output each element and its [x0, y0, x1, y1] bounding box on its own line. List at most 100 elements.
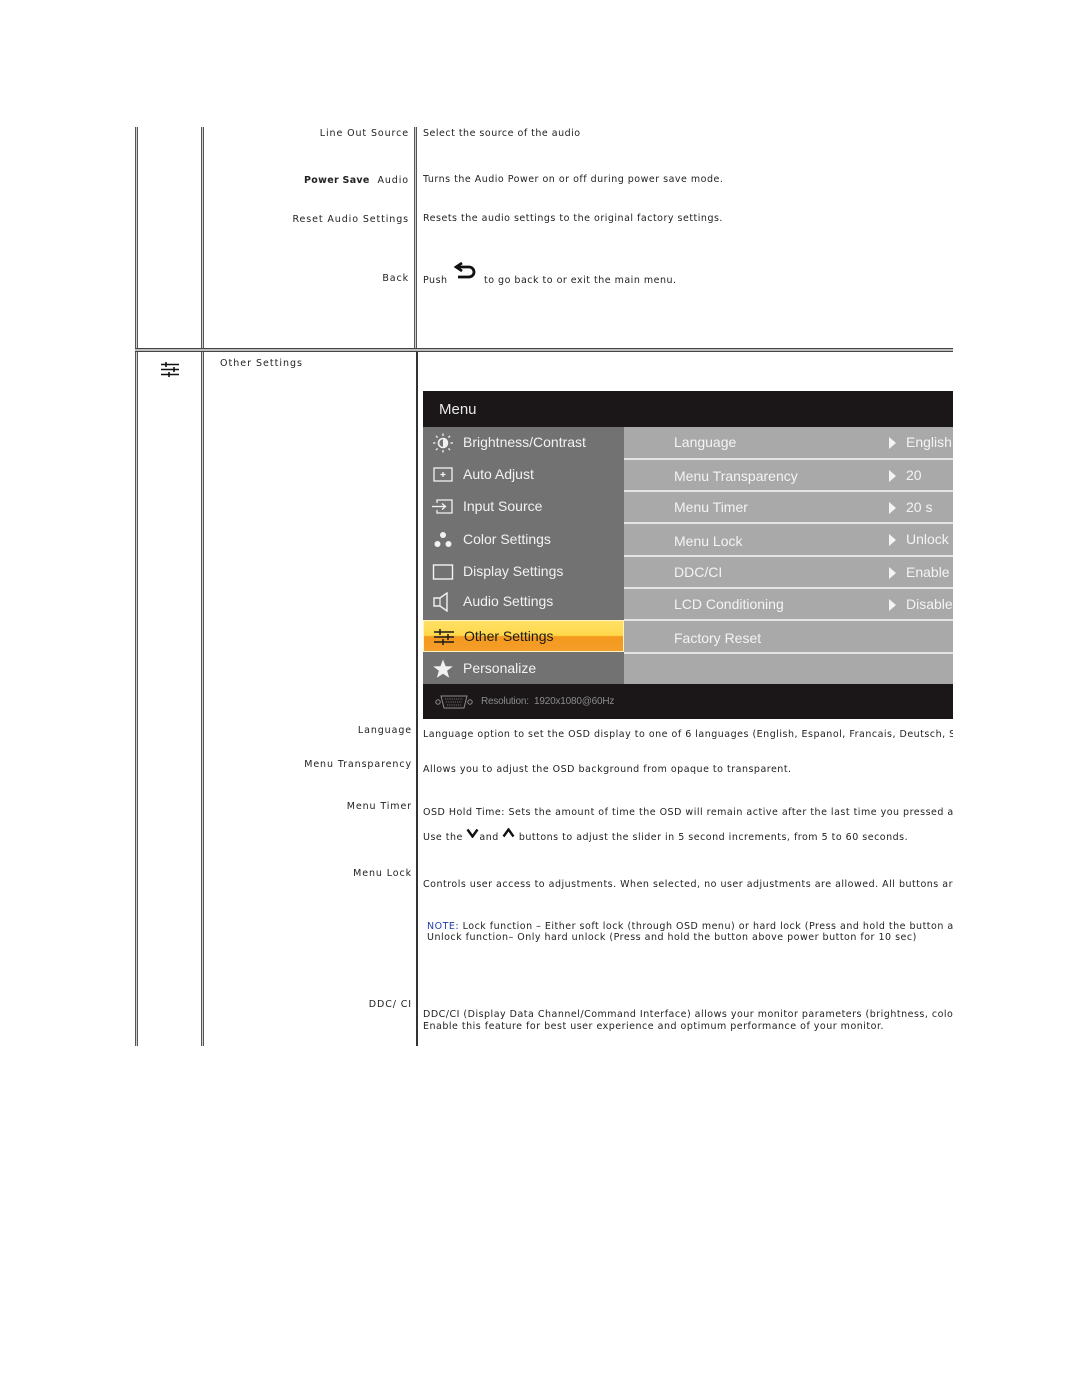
osd-subitem-label: Menu Timer: [674, 499, 748, 515]
osd-item-label: Brightness/Contrast: [463, 434, 586, 450]
desc-ddc-ci-line2: Enable this feature for best user experi…: [423, 1021, 885, 1032]
triangle-right-icon: [889, 437, 896, 449]
osd-item-label: Other Settings: [464, 628, 554, 644]
chevron-up-icon: [502, 828, 515, 838]
desc-back-prefix: Push: [423, 275, 448, 286]
osd-item-color-settings[interactable]: Color Settings: [423, 524, 624, 556]
auto-adjust-icon: [433, 467, 453, 482]
back-arrow-icon: [454, 261, 476, 279]
osd-item-label: Auto Adjust: [463, 466, 534, 482]
label-reset-audio-settings: Reset Audio Settings: [292, 214, 409, 225]
osd-resolution-text: Resolution: 1920x1080@60Hz: [481, 696, 614, 707]
label-menu-transparency: Menu Transparency: [304, 759, 412, 770]
osd-subitem-value: Enable: [906, 564, 950, 580]
osd-item-audio-settings[interactable]: Audio Settings: [423, 586, 624, 618]
label-menu-lock: Menu Lock: [353, 868, 412, 879]
note-lock-function: NOTE: Lock function – Either soft lock (…: [427, 921, 953, 932]
osd-title: Menu: [439, 401, 477, 418]
note-unlock-function: Unlock function– Only hard unlock (Press…: [427, 932, 917, 943]
label-ddc-ci: DDC/ CI: [368, 999, 412, 1010]
osd-menu-screenshot: Menu Brightness/Contrast Auto Adjust Inp…: [423, 391, 953, 722]
osd-subitem-value: Unlock: [906, 531, 949, 547]
osd-subitem-label: Language: [674, 434, 737, 450]
osd-subitem-factory-reset[interactable]: Factory Reset: [624, 621, 953, 654]
osd-subitem-label: DDC/CI: [674, 564, 723, 580]
desc-line-out-source: Select the source of the audio: [423, 128, 581, 139]
osd-item-auto-adjust[interactable]: Auto Adjust: [423, 459, 624, 491]
triangle-right-icon: [889, 599, 896, 611]
desc-menu-timer: OSD Hold Time: Sets the amount of time t…: [423, 807, 953, 818]
label-language: Language: [357, 725, 412, 736]
osd-item-input-source[interactable]: Input Source: [423, 491, 624, 523]
document-page: Line Out Source Select the source of the…: [0, 0, 1080, 1397]
label-power-save-audio: Power Save Audio: [304, 175, 409, 186]
osd-subitem-label: Factory Reset: [674, 630, 762, 646]
osd-subitem-language[interactable]: Language English: [624, 427, 953, 460]
osd-subitem-menu-timer[interactable]: Menu Timer 20 s: [624, 492, 953, 524]
triangle-right-icon: [889, 470, 896, 482]
note-text: Lock function – Either soft lock (throug…: [462, 921, 953, 932]
osd-item-other-settings[interactable]: Other Settings: [423, 620, 624, 652]
label-power-save-rest: Audio: [377, 175, 409, 186]
triangle-right-icon: [889, 567, 896, 579]
osd-item-display-settings[interactable]: Display Settings: [423, 556, 624, 588]
desc-ddc-ci: DDC/CI (Display Data Channel/Command Int…: [423, 1009, 953, 1020]
desc-menu-transparency: Allows you to adjust the OSD background …: [423, 764, 792, 775]
osd-submenu: Language English Menu Transparency 20 Me…: [624, 427, 953, 684]
osd-subitem-label: Menu Transparency: [674, 468, 798, 484]
resolution-label: Resolution:: [481, 696, 529, 707]
osd-subitem-menu-transparency[interactable]: Menu Transparency 20: [624, 460, 953, 492]
osd-subitem-label: Menu Lock: [674, 533, 743, 549]
osd-main-menu: Brightness/Contrast Auto Adjust Input So…: [423, 427, 624, 684]
table-row-divider: [135, 348, 953, 352]
osd-subitem-value: 20: [906, 467, 922, 483]
desc-menu-lock: Controls user access to adjustments. Whe…: [423, 879, 953, 890]
osd-subitem-value: Disable: [906, 596, 953, 612]
desc-text: Use the: [423, 832, 463, 843]
triangle-right-icon: [889, 534, 896, 546]
table-border-col2: [414, 127, 417, 350]
desc-reset-audio-settings: Resets the audio settings to the origina…: [423, 213, 723, 224]
star-icon: [433, 659, 453, 678]
label-menu-timer: Menu Timer: [346, 801, 412, 812]
table-border-col2-lower: [416, 352, 418, 1046]
brightness-icon: [433, 433, 453, 453]
desc-power-save-audio: Turns the Audio Power on or off during p…: [423, 174, 724, 185]
table-border-left: [135, 127, 138, 1046]
display-settings-icon: [432, 564, 454, 580]
chevron-down-icon: [466, 828, 479, 839]
osd-item-label: Input Source: [463, 498, 543, 514]
osd-item-label: Color Settings: [463, 531, 551, 547]
osd-subitem-lcd-conditioning[interactable]: LCD Conditioning Disable: [624, 589, 953, 621]
table-border-col1: [201, 127, 204, 1046]
desc-back-suffix: to go back to or exit the main menu.: [484, 275, 677, 286]
sliders-icon: [434, 629, 454, 645]
desc-text: and: [479, 832, 499, 843]
osd-subitem-value: 20 s: [906, 499, 933, 515]
speaker-icon: [433, 592, 448, 612]
osd-item-label: Personalize: [463, 660, 537, 676]
osd-item-label: Display Settings: [463, 563, 564, 579]
triangle-right-icon: [889, 502, 896, 514]
label-back: Back: [382, 273, 409, 284]
osd-header: Menu: [423, 391, 953, 427]
osd-subitem-ddc-ci[interactable]: DDC/CI Enable: [624, 557, 953, 589]
desc-text: buttons to adjust the slider in 5 second…: [518, 832, 909, 843]
osd-item-brightness-contrast[interactable]: Brightness/Contrast: [423, 427, 624, 459]
vga-connector-icon: [435, 695, 473, 709]
osd-footer: Resolution: 1920x1080@60Hz: [423, 684, 953, 719]
desc-menu-timer-line2: Use the and buttons to adjust the slider…: [423, 828, 953, 843]
label-power-save-bold: Power Save: [304, 175, 370, 186]
desc-language: Language option to set the OSD display t…: [423, 729, 953, 740]
color-settings-icon: [434, 532, 452, 547]
osd-item-personalize[interactable]: Personalize: [423, 653, 624, 685]
osd-item-label: Audio Settings: [463, 593, 554, 609]
resolution-value: 1920x1080@60Hz: [534, 696, 615, 707]
osd-subitem-label: LCD Conditioning: [674, 596, 784, 612]
note-keyword: NOTE:: [427, 921, 460, 932]
sliders-icon: [161, 362, 179, 377]
osd-subitem-value: English: [906, 434, 952, 450]
osd-subitem-menu-lock[interactable]: Menu Lock Unlock: [624, 524, 953, 557]
input-source-icon: [432, 499, 453, 514]
section-title-other-settings: Other Settings: [220, 358, 303, 369]
